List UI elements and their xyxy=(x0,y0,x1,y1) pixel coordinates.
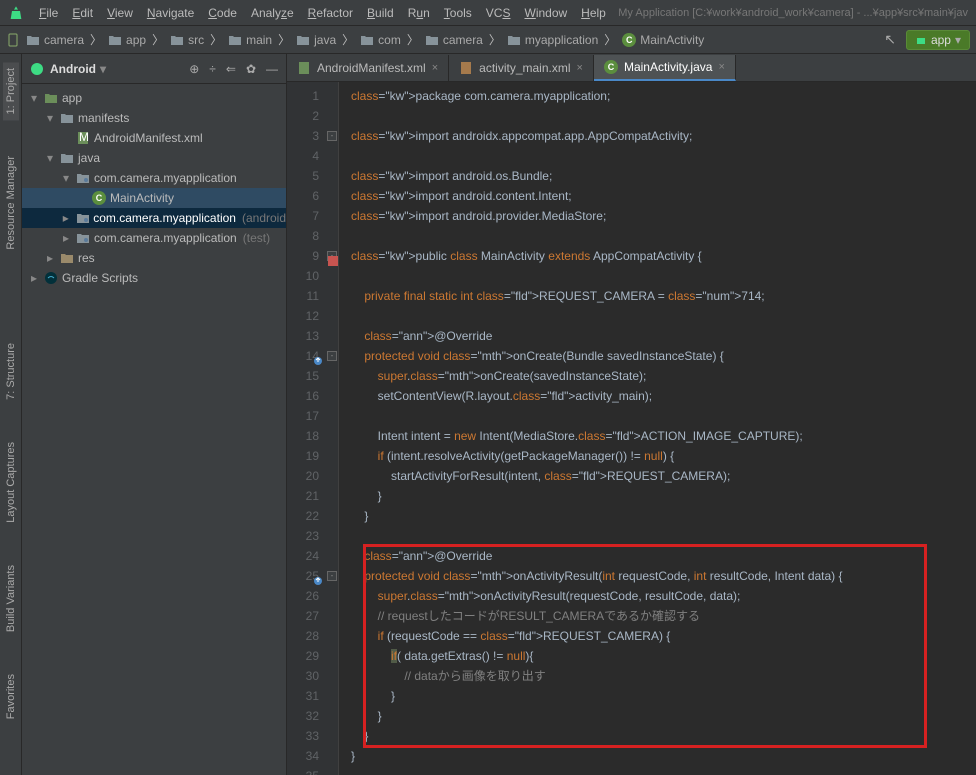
hide-icon[interactable]: — xyxy=(266,62,278,76)
tool-tab-resource-manager[interactable]: Resource Manager xyxy=(3,150,19,256)
menu-build[interactable]: Build xyxy=(360,6,401,20)
menu-edit[interactable]: Edit xyxy=(65,6,100,20)
folder-icon xyxy=(170,34,184,46)
breadcrumb-src[interactable]: src xyxy=(166,31,208,49)
tool-tab-favorites[interactable]: Favorites xyxy=(3,668,19,725)
menu-refactor[interactable]: Refactor xyxy=(301,6,360,20)
navigation-bar: camera〉 app〉 src〉 main〉 java〉 com〉 camer… xyxy=(0,26,976,54)
breadcrumb-app[interactable]: app xyxy=(104,31,150,49)
tool-tab-structure[interactable]: 7: Structure xyxy=(3,337,19,406)
close-tab-icon[interactable]: × xyxy=(432,62,438,74)
editor-tab-AndroidManifest-xml[interactable]: AndroidManifest.xml× xyxy=(287,55,449,81)
tree-item-com-camera-myapplication[interactable]: ▸com.camera.myapplication(test) xyxy=(22,228,286,248)
breadcrumb-mainactivity[interactable]: CMainActivity xyxy=(618,31,708,49)
scroll-to-source-icon[interactable]: ⊕ xyxy=(189,62,199,76)
project-tree[interactable]: ▾app▾manifestsMAndroidManifest.xml▾java▾… xyxy=(22,84,286,775)
sidebar-header: Android ▾ ⊕ ÷ ⇐ ✿ — xyxy=(22,54,286,84)
menu-vcs[interactable]: VCS xyxy=(479,6,518,20)
tree-item-Gradle-Scripts[interactable]: ▸Gradle Scripts xyxy=(22,268,286,288)
editor-tab-activity_main-xml[interactable]: activity_main.xml× xyxy=(449,55,594,81)
tree-item-app[interactable]: ▾app xyxy=(22,88,286,108)
tree-item-AndroidManifest-xml[interactable]: MAndroidManifest.xml xyxy=(22,128,286,148)
run-gutter-icon[interactable] xyxy=(327,255,339,267)
close-tab-icon[interactable]: × xyxy=(577,62,583,74)
menu-file[interactable]: File xyxy=(32,6,65,20)
collapse-icon[interactable]: ⇐ xyxy=(226,62,236,76)
folder-icon xyxy=(507,34,521,46)
android-icon xyxy=(915,34,927,46)
folder-icon xyxy=(360,34,374,46)
module-icon xyxy=(44,92,58,104)
folder-icon xyxy=(26,34,40,46)
editor-tabs: AndroidManifest.xml×activity_main.xml×CM… xyxy=(287,54,976,82)
override-icon[interactable] xyxy=(313,356,323,366)
folder-icon xyxy=(296,34,310,46)
fold-gutter[interactable]: ---- xyxy=(325,82,339,775)
tree-item-java[interactable]: ▾java xyxy=(22,148,286,168)
tool-tab-project[interactable]: 1: Project xyxy=(3,62,19,120)
menu-window[interactable]: Window xyxy=(517,6,574,20)
override-icon[interactable] xyxy=(313,576,323,586)
breadcrumb-myapplication[interactable]: myapplication xyxy=(503,31,602,49)
gradle-icon xyxy=(44,271,58,285)
tool-window-stripe: 1: Project Resource Manager 7: Structure… xyxy=(0,54,22,775)
menu-help[interactable]: Help xyxy=(574,6,613,20)
class-icon: C xyxy=(604,60,618,74)
manifest-icon xyxy=(297,61,311,75)
phone-icon xyxy=(6,33,20,47)
tree-item-MainActivity[interactable]: CMainActivity xyxy=(22,188,286,208)
folder-icon xyxy=(60,112,74,124)
code-content[interactable]: class="kw">package com.camera.myapplicat… xyxy=(339,82,976,775)
tool-tab-layout-captures[interactable]: Layout Captures xyxy=(3,436,19,529)
menu-view[interactable]: View xyxy=(100,6,140,20)
tree-item-res[interactable]: ▸res xyxy=(22,248,286,268)
android-studio-logo-icon xyxy=(8,5,24,21)
breadcrumb-java[interactable]: java xyxy=(292,31,340,49)
android-icon xyxy=(30,62,44,76)
expand-all-icon[interactable]: ÷ xyxy=(209,62,216,76)
folder-icon xyxy=(108,34,122,46)
gear-icon[interactable]: ✿ xyxy=(246,62,256,76)
menu-bar: File Edit View Navigate Code Analyze Ref… xyxy=(0,0,976,26)
menu-code[interactable]: Code xyxy=(201,6,244,20)
line-number-gutter: 1234567891011121314151617181920212223242… xyxy=(287,82,325,775)
package-icon xyxy=(76,172,90,184)
nav-back-icon[interactable]: ↖ xyxy=(880,31,900,48)
menu-tools[interactable]: Tools xyxy=(437,6,479,20)
project-sidebar: Android ▾ ⊕ ÷ ⇐ ✿ — ▾app▾manifestsMAndro… xyxy=(22,54,287,775)
tree-item-com-camera-myapplication[interactable]: ▾com.camera.myapplication xyxy=(22,168,286,188)
menu-analyze[interactable]: Analyze xyxy=(244,6,301,20)
folder-icon xyxy=(60,152,74,164)
code-editor[interactable]: 1234567891011121314151617181920212223242… xyxy=(287,82,976,775)
tool-tab-build-variants[interactable]: Build Variants xyxy=(3,559,19,638)
run-config-selector[interactable]: app▾ xyxy=(906,30,970,50)
breadcrumb-com[interactable]: com xyxy=(356,31,405,49)
package-icon xyxy=(76,232,90,244)
menu-navigate[interactable]: Navigate xyxy=(140,6,201,20)
window-title: My Application [C:¥work¥android_work¥cam… xyxy=(618,7,968,19)
breadcrumb-main[interactable]: main xyxy=(224,31,276,49)
close-tab-icon[interactable]: × xyxy=(718,61,724,73)
editor-tab-MainActivity-java[interactable]: CMainActivity.java× xyxy=(594,55,736,81)
class-icon: C xyxy=(92,191,106,205)
breadcrumb-camera-pkg[interactable]: camera xyxy=(421,31,487,49)
folder-icon xyxy=(425,34,439,46)
editor-area: AndroidManifest.xml×activity_main.xml×CM… xyxy=(287,54,976,775)
menu-run[interactable]: Run xyxy=(401,6,437,20)
package-icon xyxy=(76,212,90,224)
class-icon: C xyxy=(622,33,636,47)
svg-text:M: M xyxy=(79,131,89,144)
tree-item-manifests[interactable]: ▾manifests xyxy=(22,108,286,128)
folder-icon xyxy=(228,34,242,46)
breadcrumb-camera[interactable]: camera xyxy=(22,31,88,49)
folder-icon xyxy=(60,252,74,264)
manifest-icon: M xyxy=(76,131,90,145)
xml-icon xyxy=(459,61,473,75)
tree-item-com-camera-myapplication[interactable]: ▸com.camera.myapplication(android xyxy=(22,208,286,228)
project-view-selector[interactable]: Android ▾ xyxy=(50,62,106,76)
